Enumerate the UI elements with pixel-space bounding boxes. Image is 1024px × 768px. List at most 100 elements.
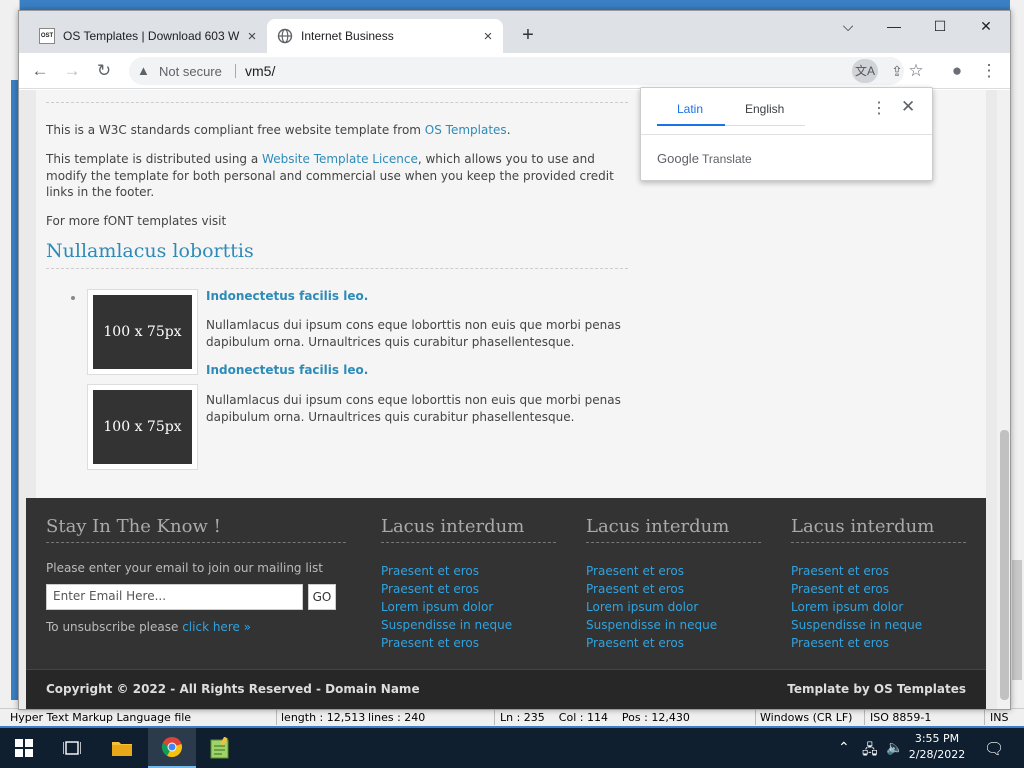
background-scrollbar-thumb[interactable] xyxy=(1012,560,1022,680)
email-input[interactable]: Enter Email Here... xyxy=(46,584,303,610)
footer-link[interactable]: Praesent et eros xyxy=(586,634,761,652)
intro-paragraph-3: For more fONT templates visit xyxy=(46,214,227,228)
tab-strip: OST OS Templates | Download 603 W × Inte… xyxy=(19,11,1010,53)
translate-close-icon[interactable]: ✕ xyxy=(901,97,915,117)
volume-icon[interactable]: 🔈 xyxy=(886,739,903,756)
footer-link[interactable]: Praesent et eros xyxy=(381,634,556,652)
status-length: length : 12,513 xyxy=(281,711,366,724)
copyright-bar: Copyright © 2022 - All Rights Reserved -… xyxy=(26,669,986,709)
template-credit[interactable]: Template by OS Templates xyxy=(787,682,966,696)
profile-avatar-icon[interactable]: ● xyxy=(943,57,971,85)
editor-status-bar: Hyper Text Markup Language file length :… xyxy=(0,708,1024,726)
placeholder-image-label: 100 x 75px xyxy=(93,295,192,369)
page-scrollbar[interactable] xyxy=(997,90,1010,709)
section-divider xyxy=(46,268,628,269)
close-window-button[interactable]: ✕ xyxy=(963,11,1009,41)
item-text: Nullamlacus dui ipsum cons eque lobortti… xyxy=(206,393,621,424)
chrome-icon[interactable] xyxy=(148,728,196,768)
new-tab-button[interactable]: + xyxy=(517,25,539,47)
footer-link[interactable]: Suspendisse in neque xyxy=(791,616,966,634)
system-clock[interactable]: 3:55 PM 2/28/2022 xyxy=(902,731,972,763)
placeholder-image-label: 100 x 75px xyxy=(93,390,192,464)
item-title-link[interactable]: Indonectetus facilis leo. xyxy=(206,289,368,303)
newsletter-heading: Stay In The Know ! xyxy=(46,516,221,537)
footer-link[interactable]: Lorem ipsum dolor xyxy=(791,598,966,616)
licence-link[interactable]: Website Template Licence xyxy=(262,152,418,166)
footer-link[interactable]: Suspendisse in neque xyxy=(586,616,761,634)
footer-column-3: Lacus interdum Praesent et eros Praesent… xyxy=(791,516,966,652)
chrome-menu-icon[interactable]: ⋮ xyxy=(975,57,1003,85)
minimize-button[interactable]: — xyxy=(871,11,917,41)
tray-chevron-icon[interactable]: ⌃ xyxy=(838,739,850,756)
tab-title: Internet Business xyxy=(301,29,394,43)
translate-tab-english[interactable]: English xyxy=(745,102,784,116)
translate-popup: Latin English ⋮ ✕ Google Translate xyxy=(640,87,933,181)
newsletter-prompt: Please enter your email to join our mail… xyxy=(46,561,323,575)
site-footer: Stay In The Know ! Please enter your ema… xyxy=(26,498,986,669)
file-explorer-icon[interactable] xyxy=(98,728,146,768)
bookmark-star-icon[interactable]: ☆ xyxy=(902,57,930,85)
globe-icon xyxy=(277,28,293,44)
scrollbar-thumb[interactable] xyxy=(1000,430,1009,700)
heading-divider xyxy=(46,102,628,103)
background-window-left-edge xyxy=(0,0,20,708)
start-icon[interactable] xyxy=(0,728,48,768)
translate-icon[interactable]: 文A xyxy=(852,59,878,83)
translate-options-icon[interactable]: ⋮ xyxy=(871,98,887,118)
footer-column-1: Lacus interdum Praesent et eros Praesent… xyxy=(381,516,556,652)
intro-paragraph-1: This is a W3C standards compliant free w… xyxy=(46,123,511,137)
footer-link[interactable]: Praesent et eros xyxy=(381,580,556,598)
copyright-text: Copyright © 2022 - All Rights Reserved -… xyxy=(46,682,420,696)
tab-close-icon[interactable]: × xyxy=(477,28,499,45)
reload-button[interactable]: ↻ xyxy=(90,57,118,85)
footer-link[interactable]: Suspendisse in neque xyxy=(381,616,556,634)
list-bullet xyxy=(71,296,75,300)
security-label[interactable]: Not secure xyxy=(159,64,222,79)
footer-link[interactable]: Praesent et eros xyxy=(791,562,966,580)
newsletter-section: Stay In The Know ! Please enter your ema… xyxy=(46,516,346,634)
go-button[interactable]: GO xyxy=(308,584,336,610)
tab-internet-business[interactable]: Internet Business × xyxy=(267,19,503,53)
notifications-icon[interactable]: 🗨 xyxy=(984,739,1004,759)
footer-column-heading: Lacus interdum xyxy=(381,516,525,537)
footer-link[interactable]: Praesent et eros xyxy=(586,580,761,598)
taskbar: ⌃ 🖧 🔈 3:55 PM 2/28/2022 🗨 xyxy=(0,728,1024,768)
forward-button[interactable]: → xyxy=(58,57,86,85)
google-translate-brand: Google Translate xyxy=(657,151,752,166)
translate-tab-latin[interactable]: Latin xyxy=(677,102,703,116)
tab-os-templates[interactable]: OST OS Templates | Download 603 W × xyxy=(29,19,267,53)
footer-link[interactable]: Praesent et eros xyxy=(791,634,966,652)
unsubscribe-text: To unsubscribe please click here » xyxy=(46,620,252,634)
thumbnail-image: 100 x 75px xyxy=(87,384,198,470)
clock-time: 3:55 PM xyxy=(914,732,960,745)
unsubscribe-link[interactable]: click here » xyxy=(182,620,251,634)
browser-window: OST OS Templates | Download 603 W × Inte… xyxy=(18,10,1011,710)
tab-close-icon[interactable]: × xyxy=(241,28,263,45)
notepad-plus-icon[interactable] xyxy=(196,728,244,768)
url-text[interactable]: vm5/ xyxy=(245,63,275,79)
address-divider xyxy=(235,64,236,78)
tab-search-icon[interactable]: ⌵ xyxy=(825,11,871,41)
footer-link[interactable]: Praesent et eros xyxy=(791,580,966,598)
newsletter-form: Enter Email Here... GO xyxy=(46,584,346,610)
warning-icon[interactable]: ▲ xyxy=(137,63,150,78)
footer-link[interactable]: Praesent et eros xyxy=(586,562,761,580)
address-bar[interactable]: ▲ Not secure vm5/ 文A ⇪ xyxy=(129,57,904,85)
footer-link[interactable]: Praesent et eros xyxy=(381,562,556,580)
status-encoding: ISO 8859-1 xyxy=(870,711,932,724)
os-templates-link[interactable]: OS Templates xyxy=(425,123,507,137)
status-eol: Windows (CR LF) xyxy=(760,711,853,724)
status-position: Ln : 235 Col : 114 Pos : 12,430 xyxy=(500,711,690,724)
maximize-button[interactable]: ☐ xyxy=(917,11,963,41)
footer-link[interactable]: Lorem ipsum dolor xyxy=(381,598,556,616)
back-button[interactable]: ← xyxy=(26,57,54,85)
background-window-right-edge xyxy=(1010,0,1024,708)
footer-column-heading: Lacus interdum xyxy=(586,516,730,537)
footer-column-2: Lacus interdum Praesent et eros Praesent… xyxy=(586,516,761,652)
thumbnail-image: 100 x 75px xyxy=(87,289,198,375)
network-icon[interactable]: 🖧 xyxy=(862,739,878,763)
footer-link[interactable]: Lorem ipsum dolor xyxy=(586,598,761,616)
footer-column-heading: Lacus interdum xyxy=(791,516,935,537)
item-title-link[interactable]: Indonectetus facilis leo. xyxy=(206,363,368,377)
task-view-icon[interactable] xyxy=(48,728,96,768)
